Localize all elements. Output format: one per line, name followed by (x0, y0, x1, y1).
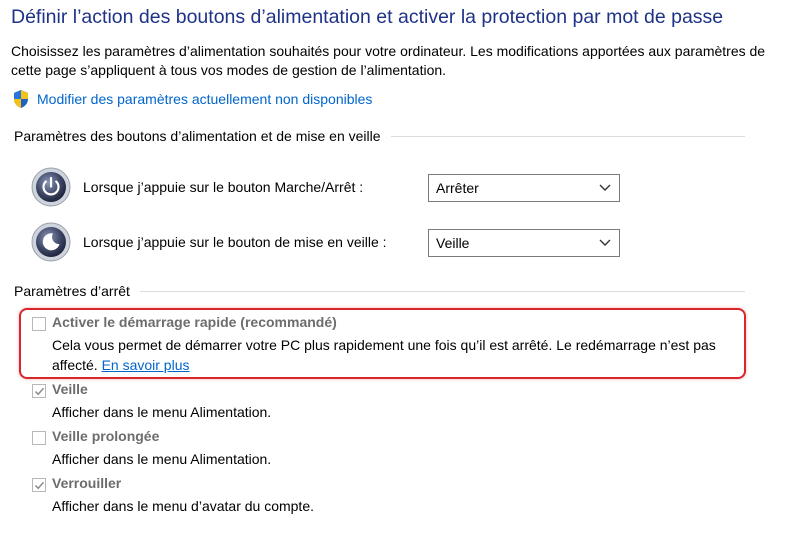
lock-checkbox[interactable] (32, 478, 46, 492)
checkmark-icon (34, 481, 45, 490)
page-title: Définir l’action des boutons d’alimentat… (11, 6, 724, 28)
uac-shield-icon (14, 90, 28, 108)
hibernate-label: Veille prolongée (52, 428, 160, 444)
fast-startup-label: Activer le démarrage rapide (recommandé) (52, 314, 337, 330)
sleep-button-row: Lorsque j’appuie sur le bouton de mise e… (30, 222, 387, 262)
sleep-button-icon (31, 222, 71, 262)
power-buttons-section-label: Paramètres des boutons d’alimentation et… (14, 128, 381, 144)
section-divider (139, 290, 745, 292)
sleep-label: Veille (52, 381, 88, 397)
hibernate-description: Afficher dans le menu Alimentation. (52, 451, 272, 467)
page-description: Choisissez les paramètres d’alimentation… (11, 43, 766, 78)
learn-more-link[interactable]: En savoir plus (102, 357, 190, 373)
sleep-description: Afficher dans le menu Alimentation. (52, 404, 272, 420)
power-button-icon (31, 167, 71, 207)
checkmark-icon (34, 387, 45, 396)
power-button-action-select[interactable]: Arrêter (428, 174, 620, 202)
lock-label: Verrouiller (52, 475, 122, 491)
lock-description: Afficher dans le menu d’avatar du compte… (52, 498, 315, 514)
shutdown-section-label: Paramètres d’arrêt (14, 283, 130, 299)
sleep-button-label: Lorsque j’appuie sur le bouton de mise e… (83, 234, 387, 250)
section-divider (390, 135, 745, 137)
shutdown-section-header: Paramètres d’arrêt (14, 283, 745, 299)
sleep-button-action-value: Veille (436, 235, 470, 251)
sleep-checkbox[interactable] (32, 384, 46, 398)
power-button-label: Lorsque j’appuie sur le bouton Marche/Ar… (83, 179, 364, 195)
fast-startup-checkbox[interactable] (32, 317, 46, 331)
chevron-down-icon (599, 239, 611, 246)
chevron-down-icon (599, 184, 611, 191)
fast-startup-description: Cela vous permet de démarrer votre PC pl… (52, 335, 752, 375)
hibernate-checkbox[interactable] (32, 431, 46, 445)
power-button-action-value: Arrêter (436, 180, 479, 196)
power-buttons-section-header: Paramètres des boutons d’alimentation et… (14, 128, 745, 144)
sleep-button-action-select[interactable]: Veille (428, 229, 620, 257)
change-unavailable-settings-link[interactable]: Modifier des paramètres actuellement non… (11, 89, 372, 109)
power-options-page: Définir l’action des boutons d’alimentat… (0, 0, 800, 544)
power-button-row: Lorsque j’appuie sur le bouton Marche/Ar… (30, 167, 363, 207)
admin-link-label[interactable]: Modifier des paramètres actuellement non… (37, 91, 372, 107)
